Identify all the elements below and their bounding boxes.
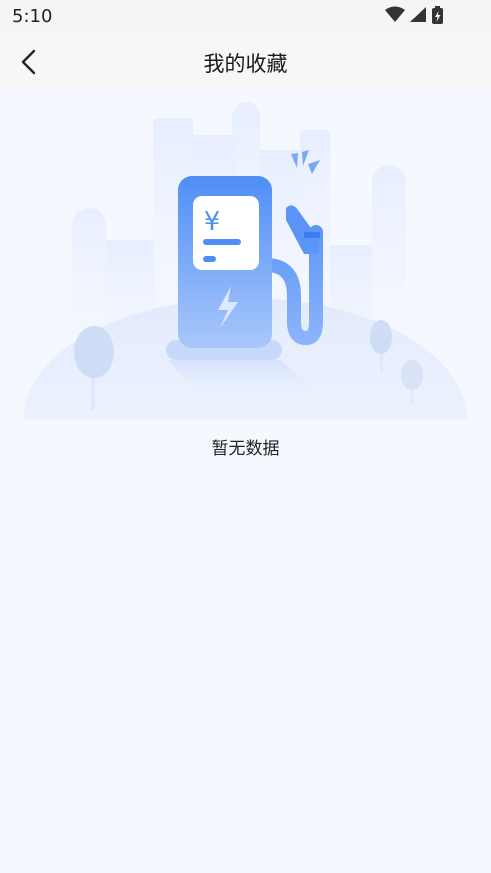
wifi-icon — [385, 6, 405, 22]
screen-line-long — [203, 239, 241, 245]
status-time: 5:10 — [12, 6, 53, 27]
status-bar: 5:10 — [0, 0, 491, 34]
cellular-signal-icon — [410, 7, 426, 22]
screen-line-short — [203, 256, 216, 262]
empty-state-message: 暂无数据 — [211, 439, 280, 459]
status-icons — [385, 6, 443, 24]
app-bar: 我的收藏 — [0, 34, 491, 90]
yen-icon: ¥ — [204, 207, 221, 237]
charging-station-illustration: ¥ — [23, 102, 467, 420]
favorites-screen: 5:10 我的收藏 ¥ 暂无数据 — [0, 0, 491, 873]
battery-charging-icon — [432, 6, 443, 24]
page-title: 我的收藏 — [203, 52, 288, 76]
